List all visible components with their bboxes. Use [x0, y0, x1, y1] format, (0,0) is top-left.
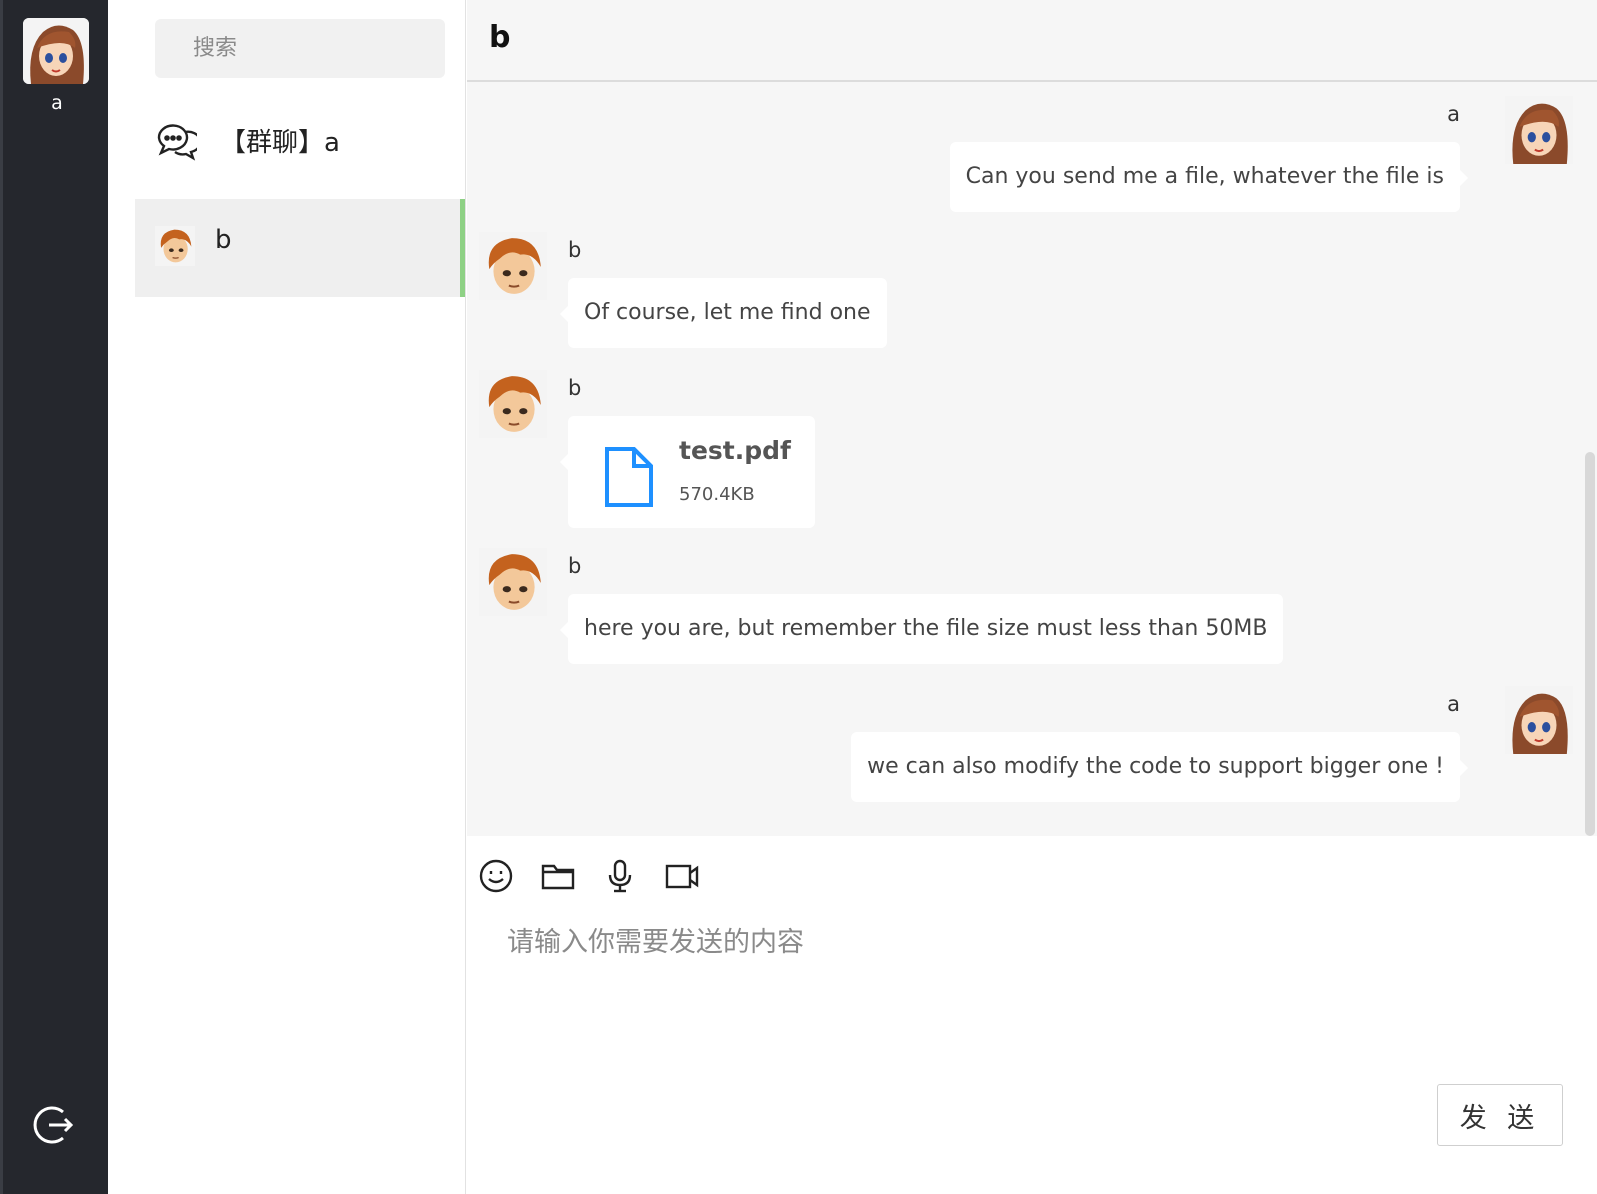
session-list: 【群聊】a b: [108, 0, 466, 1194]
session-label: 【群聊】a: [220, 128, 340, 158]
search-input[interactable]: [155, 19, 445, 78]
chat-app: a 【群聊】a: [0, 0, 1597, 1194]
microphone-icon[interactable]: [602, 858, 638, 894]
avatar[interactable]: [479, 232, 547, 300]
send-button[interactable]: 发 送: [1437, 1084, 1563, 1146]
current-user-name: a: [51, 92, 63, 114]
file-icon: [604, 446, 654, 508]
chat-title: b: [489, 20, 511, 55]
session-label: b: [215, 225, 232, 255]
message-bubble: Of course, let me find one: [560, 278, 887, 348]
logout-icon[interactable]: [33, 1104, 75, 1146]
folder-icon[interactable]: [540, 858, 576, 894]
avatar[interactable]: [479, 548, 547, 616]
message-bubble: we can also modify the code to support b…: [851, 732, 1468, 802]
message-bubble: Can you send me a file, whatever the fil…: [949, 142, 1469, 212]
avatar[interactable]: [479, 370, 547, 438]
chat-header: b: [467, 0, 1597, 82]
video-camera-icon[interactable]: [664, 858, 700, 894]
sender-name: b: [568, 376, 582, 400]
file-message[interactable]: test.pdf 570.4KB: [560, 416, 815, 528]
composer: 发 送: [467, 836, 1597, 1194]
current-user-avatar[interactable]: [23, 18, 89, 84]
scrollbar[interactable]: [1585, 452, 1595, 836]
file-name: test.pdf: [679, 436, 791, 465]
emoji-icon[interactable]: [478, 858, 514, 894]
chat-panel: b a Can you send me a file, whatever the…: [467, 0, 1597, 1194]
file-size: 570.4KB: [679, 484, 755, 505]
left-rail: a: [0, 0, 108, 1194]
message-input[interactable]: [491, 906, 1571, 1066]
chat-bubbles-icon: [155, 120, 202, 162]
avatar[interactable]: [1505, 686, 1573, 754]
message-list[interactable]: a Can you send me a file, whatever the f…: [467, 84, 1597, 836]
message-bubble: here you are, but remember the file size…: [559, 594, 1284, 664]
sender-name: b: [568, 238, 582, 262]
sender-name: b: [568, 554, 582, 578]
session-item-group[interactable]: 【群聊】a: [135, 92, 465, 190]
sender-name: a: [1447, 102, 1460, 126]
avatar: [155, 226, 195, 266]
avatar[interactable]: [1505, 96, 1573, 164]
sender-name: a: [1447, 692, 1460, 716]
session-item-b[interactable]: b: [135, 199, 465, 297]
